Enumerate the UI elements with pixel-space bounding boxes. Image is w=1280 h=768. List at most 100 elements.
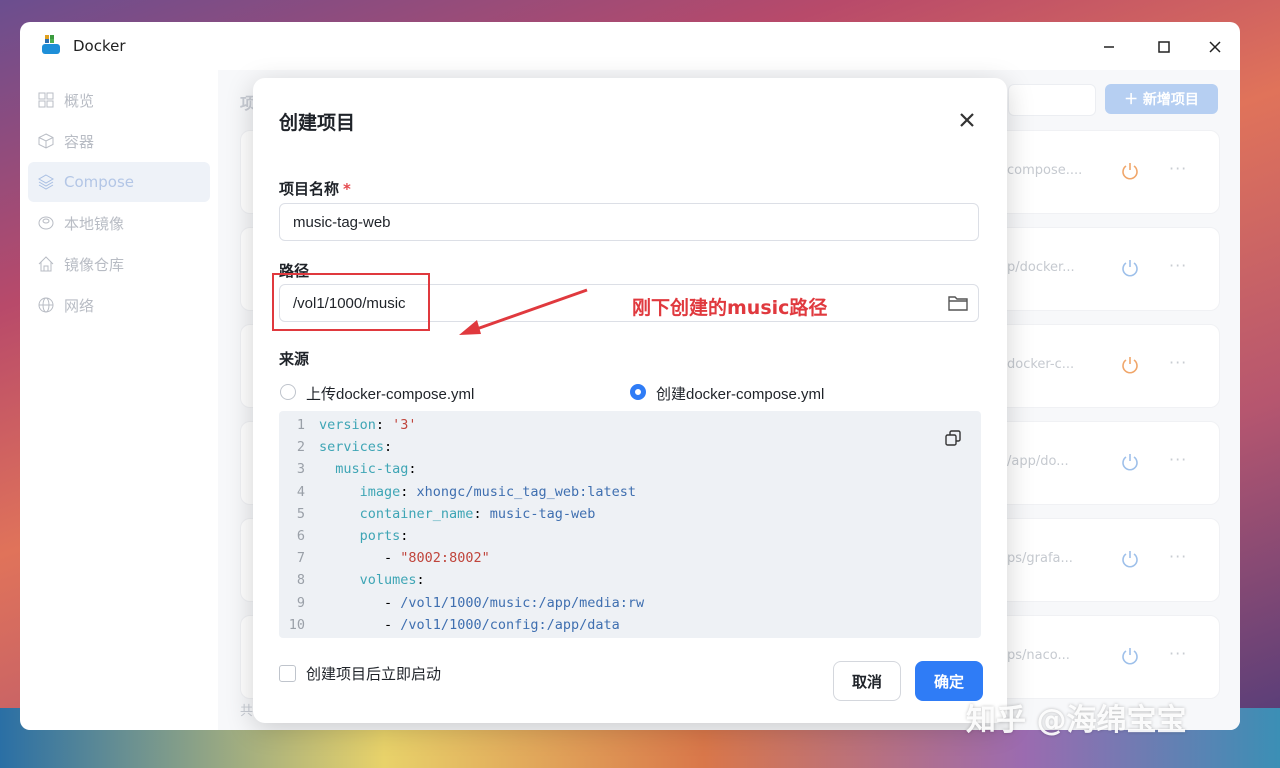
annotation-text: 刚下创建的music路径 bbox=[632, 297, 828, 319]
code-text: image: xhongc/music_tag_web:latest bbox=[359, 483, 636, 500]
line-number: 1 bbox=[296, 417, 305, 433]
power-icon[interactable] bbox=[1120, 452, 1140, 472]
sidebar-item-registry[interactable]: 镜像仓库 bbox=[28, 244, 210, 284]
sidebar-item-label: 镜像仓库 bbox=[64, 255, 125, 274]
code-text: - "8002:8002" bbox=[384, 550, 490, 567]
code-line: 2 services: bbox=[279, 439, 392, 461]
cube-icon bbox=[38, 133, 54, 149]
minimize-icon bbox=[1104, 46, 1114, 48]
line-number: 9 bbox=[296, 594, 305, 611]
code-line: 6 ports: bbox=[279, 528, 409, 550]
folder-icon[interactable] bbox=[948, 294, 968, 312]
code-text: - /vol1/1000/music:/app/media:rw bbox=[384, 594, 645, 611]
line-number: 10 bbox=[288, 616, 305, 633]
code-text: volumes: bbox=[359, 572, 425, 589]
sidebar-item-label: Compose bbox=[64, 173, 135, 191]
layers-icon bbox=[38, 174, 54, 190]
source-label: 来源 bbox=[279, 350, 310, 368]
code-text: version: '3' bbox=[319, 417, 417, 433]
power-icon[interactable] bbox=[1120, 258, 1140, 278]
project-path: ps/naco... bbox=[1007, 648, 1070, 663]
watermark: 知乎 @海绵宝宝 bbox=[966, 703, 1187, 738]
power-icon[interactable] bbox=[1120, 355, 1140, 375]
line-number: 5 bbox=[296, 505, 305, 522]
sidebar-item-compose[interactable]: Compose bbox=[28, 162, 210, 202]
create-project-dialog: 创建项目 项目名称 * music-tag-web 路径 /vol1/1000/m… bbox=[253, 78, 1007, 723]
more-icon[interactable]: ··· bbox=[1169, 644, 1187, 663]
line-number: 8 bbox=[296, 572, 305, 589]
required-mark: * bbox=[343, 180, 351, 198]
window-title: Docker bbox=[73, 37, 126, 55]
code-line: 9 - /vol1/1000/music:/app/media:rw bbox=[279, 595, 644, 617]
code-text: services: bbox=[319, 439, 393, 456]
line-number: 3 bbox=[296, 461, 305, 478]
project-path: ps/grafa... bbox=[1007, 551, 1073, 566]
line-number: 2 bbox=[296, 439, 305, 456]
sidebar-item-overview[interactable]: 概览 bbox=[28, 80, 210, 120]
cancel-button[interactable]: 取消 bbox=[833, 661, 901, 701]
compose-code-editor[interactable]: 1 version: '3' 2 services: 3 music-tag: 4 ima… bbox=[279, 411, 981, 638]
footer-count: 共 bbox=[240, 704, 254, 719]
line-number: 6 bbox=[296, 528, 305, 544]
project-path: compose.... bbox=[1007, 163, 1083, 178]
radio-create-label: 创建docker-compose.yml bbox=[656, 386, 825, 403]
search-input[interactable] bbox=[1008, 84, 1096, 116]
power-icon[interactable] bbox=[1120, 549, 1140, 569]
code-line: 4 image: xhongc/music_tag_web:latest bbox=[279, 484, 636, 506]
sidebar-item-local-images[interactable]: 本地镜像 bbox=[28, 203, 210, 243]
grid-icon bbox=[38, 92, 54, 108]
copy-icon[interactable] bbox=[945, 430, 961, 446]
code-text: ports: bbox=[359, 528, 409, 544]
code-line: 10 - /vol1/1000/config:/app/data bbox=[279, 617, 620, 638]
radio-create-compose[interactable] bbox=[630, 384, 646, 400]
sidebar-item-label: 概览 bbox=[64, 91, 95, 110]
dialog-title: 创建项目 bbox=[279, 112, 356, 134]
docker-whale-icon bbox=[42, 35, 60, 54]
more-icon[interactable]: ··· bbox=[1169, 256, 1187, 275]
sidebar-item-network[interactable]: 网络 bbox=[28, 285, 210, 325]
project-name-label: 项目名称 * bbox=[279, 180, 351, 198]
sidebar-item-containers[interactable]: 容器 bbox=[28, 121, 210, 161]
power-icon[interactable] bbox=[1120, 646, 1140, 666]
project-path: p/docker... bbox=[1007, 260, 1075, 275]
project-path: /app/do... bbox=[1007, 454, 1069, 469]
home-icon bbox=[38, 256, 54, 272]
line-number: 7 bbox=[296, 550, 305, 567]
annotation-arrow-icon bbox=[459, 288, 588, 335]
close-window-button[interactable] bbox=[1202, 34, 1228, 60]
disk-icon bbox=[38, 216, 54, 230]
maximize-button[interactable] bbox=[1151, 34, 1177, 60]
code-line: 7 - "8002:8002" bbox=[279, 550, 490, 572]
power-icon[interactable] bbox=[1120, 161, 1140, 181]
code-text: container_name: music-tag-web bbox=[359, 505, 596, 522]
line-number: 4 bbox=[296, 483, 305, 500]
code-line: 5 container_name: music-tag-web bbox=[279, 505, 596, 528]
code-line: 3 music-tag: bbox=[279, 461, 417, 483]
project-name-input[interactable]: music-tag-web bbox=[279, 203, 979, 241]
code-line: 1 version: '3' bbox=[279, 417, 417, 439]
close-icon bbox=[1209, 41, 1221, 53]
more-icon[interactable]: ··· bbox=[1169, 353, 1187, 372]
more-icon[interactable]: ··· bbox=[1169, 547, 1187, 566]
annotation-highlight-box bbox=[272, 273, 430, 331]
sidebar-item-label: 网络 bbox=[64, 296, 95, 315]
close-icon[interactable] bbox=[956, 109, 978, 131]
autostart-checkbox[interactable] bbox=[279, 665, 296, 682]
title-bar: Docker bbox=[20, 22, 1240, 70]
radio-upload-label: 上传docker-compose.yml bbox=[306, 386, 475, 403]
maximize-icon bbox=[1158, 41, 1170, 53]
sidebar-item-label: 容器 bbox=[64, 132, 95, 151]
code-line: 8 volumes: bbox=[279, 572, 425, 594]
new-project-button[interactable]: ＋ 新增项目 bbox=[1105, 84, 1218, 114]
minimize-button[interactable] bbox=[1096, 34, 1122, 60]
sidebar-item-label: 本地镜像 bbox=[64, 214, 125, 233]
globe-icon bbox=[38, 297, 54, 313]
sidebar: 概览 容器 Compose 本地镜像 镜像仓库 网络 bbox=[20, 70, 218, 730]
more-icon[interactable]: ··· bbox=[1169, 159, 1187, 178]
code-text: - /vol1/1000/config:/app/data bbox=[384, 616, 620, 633]
project-path: docker-c... bbox=[1007, 357, 1075, 372]
more-icon[interactable]: ··· bbox=[1169, 450, 1187, 469]
radio-upload-compose[interactable] bbox=[280, 384, 296, 400]
code-text: music-tag: bbox=[335, 461, 417, 478]
autostart-label: 创建项目后立即启动 bbox=[306, 665, 442, 683]
